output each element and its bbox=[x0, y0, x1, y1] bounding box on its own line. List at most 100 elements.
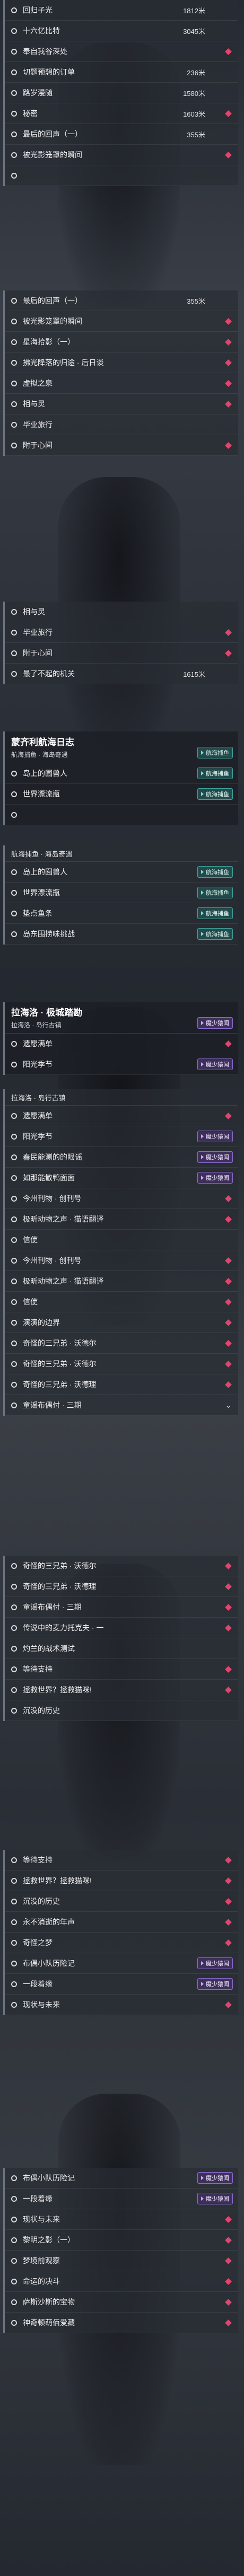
quest-row[interactable]: 拯救世界？拯救猫咪! bbox=[5, 1680, 238, 1700]
quest-name: 童谣布偶付 · 三期 bbox=[23, 1401, 82, 1409]
quest-row[interactable]: 现状与未来 bbox=[5, 2209, 238, 2230]
quest-row[interactable]: 遗愿满单 bbox=[5, 1106, 238, 1126]
quest-row[interactable] bbox=[5, 805, 238, 825]
quest-row[interactable]: 萨斯沙斯的宝物 bbox=[5, 2292, 238, 2313]
quest-row[interactable]: 神奇顿萌佰爱藏 bbox=[5, 2313, 238, 2333]
quest-row[interactable]: 被光影笼罩的瞬间 bbox=[5, 145, 238, 165]
quest-row[interactable]: 一段着缘 魔少猿闻 bbox=[5, 1974, 238, 1995]
event-tag[interactable]: 航海捕鱼 bbox=[197, 887, 233, 898]
quest-row[interactable]: 奇怪的三兄弟 · 沃德理 bbox=[5, 1374, 238, 1395]
quest-row[interactable]: 沉没的历史 bbox=[5, 1891, 238, 1912]
quest-row[interactable]: 阳光季节 魔少猿闻 bbox=[5, 1054, 238, 1075]
quest-row[interactable]: 如那能散鸭面面 魔少猿闻 bbox=[5, 1168, 238, 1188]
event-tag[interactable]: 航海捕鱼 bbox=[197, 788, 233, 800]
event-tag[interactable]: 魔少猿闻 bbox=[197, 1131, 233, 1142]
quest-row[interactable]: 毕业旅行 bbox=[5, 414, 238, 435]
quest-row[interactable]: 阳光季节 魔少猿闻 bbox=[5, 1126, 238, 1147]
quest-status-ring-icon bbox=[11, 1583, 17, 1590]
quest-row[interactable]: 童谣布偶付 · 三期 bbox=[5, 1597, 238, 1618]
quest-row[interactable]: 秘密 1603米 bbox=[5, 103, 238, 124]
event-tag[interactable]: 航海捕鱼 bbox=[197, 907, 233, 919]
quest-row[interactable]: 被光影笼罩的瞬间 bbox=[5, 311, 238, 332]
event-tag[interactable]: 魔少猿闻 bbox=[197, 2172, 233, 2184]
quest-row[interactable]: 一段着缘 魔少猿闻 bbox=[5, 2189, 238, 2209]
quest-row[interactable]: 永不消逝的年声 bbox=[5, 1912, 238, 1933]
event-tag[interactable]: 魔少猿闻 bbox=[197, 1151, 233, 1163]
quest-row[interactable]: 岛东围捞味挑战 航海捕鱼 bbox=[5, 924, 238, 945]
quest-row[interactable]: 奉自我谷深处 bbox=[5, 41, 238, 62]
quest-row[interactable]: 附于心间 bbox=[5, 643, 238, 664]
event-tag[interactable]: 航海捕鱼 bbox=[197, 767, 233, 779]
quest-row[interactable]: 极昕动物之声 · 猫语翻译 bbox=[5, 1271, 238, 1292]
quest-row[interactable]: 春民能测的的眼谣 魔少猿闻 bbox=[5, 1147, 238, 1168]
quest-row[interactable]: 传说中的麦力托克夫 · 一 bbox=[5, 1618, 238, 1638]
event-tag[interactable]: 魔少猿闻 bbox=[197, 2193, 233, 2204]
quest-name: 萨斯沙斯的宝物 bbox=[23, 2298, 75, 2306]
event-tag[interactable]: 航海捕鱼 bbox=[197, 928, 233, 940]
quest-status-ring-icon bbox=[11, 1939, 17, 1946]
event-tag[interactable]: 魔少猿闻 bbox=[197, 1957, 233, 1969]
quest-row[interactable]: 星海拾影（一） bbox=[5, 332, 238, 352]
quest-row[interactable]: 毕业旅行 bbox=[5, 622, 238, 643]
quest-row[interactable]: 布偶小队历险记 魔少猿闻 bbox=[5, 2168, 238, 2189]
tag-icon bbox=[201, 2176, 204, 2180]
quest-row[interactable]: 回归子光 1812米 bbox=[5, 0, 238, 21]
quest-row[interactable]: 布偶小队历险记 魔少猿闻 bbox=[5, 1953, 238, 1974]
quest-row[interactable]: 世界漂流瓶 航海捕鱼 bbox=[5, 784, 238, 805]
event-tag[interactable]: 魔少猿闻 bbox=[197, 1172, 233, 1184]
event-tag[interactable]: 魔少猿闻 bbox=[197, 1058, 233, 1070]
quest-row[interactable]: 垫点鱼条 航海捕鱼 bbox=[5, 903, 238, 924]
quest-row[interactable]: 路岁漫随 1580米 bbox=[5, 83, 238, 103]
quest-status-ring-icon bbox=[11, 172, 17, 179]
quest-status-ring-icon bbox=[11, 421, 17, 428]
quest-row[interactable]: 最后的回声（一） 355米 bbox=[5, 290, 238, 311]
quest-row[interactable]: 奇怪的三兄弟 · 沃德尔 bbox=[5, 1333, 238, 1354]
new-marker-diamond-icon bbox=[225, 1381, 232, 1388]
quest-row[interactable]: 童谣布偶付 · 三期 ⌄ bbox=[5, 1395, 238, 1416]
quest-row[interactable]: 极昕动物之声 · 猫语翻译 bbox=[5, 1209, 238, 1230]
quest-row[interactable]: 信使 bbox=[5, 1230, 238, 1250]
quest-row[interactable]: 虚拟之泉 bbox=[5, 373, 238, 394]
quest-row[interactable]: 岛上的囿兽人 航海捕鱼 bbox=[5, 862, 238, 883]
quest-row[interactable]: 梦境前观察 bbox=[5, 2251, 238, 2271]
quest-row[interactable]: 拯救世界？拯救猫咪! bbox=[5, 1871, 238, 1891]
chevron-down-icon[interactable]: ⌄ bbox=[225, 1400, 232, 1410]
quest-row[interactable]: 等待支持 bbox=[5, 1850, 238, 1871]
quest-row[interactable]: 世界漂流瓶 航海捕鱼 bbox=[5, 883, 238, 903]
quest-row[interactable]: 等待支持 bbox=[5, 1659, 238, 1680]
quest-row[interactable]: 相与灵 bbox=[5, 394, 238, 414]
quest-row[interactable]: 遗愿满单 bbox=[5, 1034, 238, 1054]
quest-row[interactable]: 相与灵 bbox=[5, 602, 238, 622]
quest-row[interactable]: 拂光降落的归途 · 后日谈 bbox=[5, 352, 238, 373]
quest-row[interactable]: 奇怪的三兄弟 · 沃德尔 bbox=[5, 1354, 238, 1374]
quest-row[interactable]: 现状与未来 bbox=[5, 1995, 238, 2015]
quest-row[interactable]: 最后的回声（一） 355米 bbox=[5, 124, 238, 145]
quest-row[interactable] bbox=[5, 165, 238, 186]
tag-label: 航海捕鱼 bbox=[206, 750, 229, 756]
quest-row[interactable]: 命运的决斗 bbox=[5, 2271, 238, 2292]
event-tag[interactable]: 魔少猿闻 bbox=[197, 1978, 233, 1990]
quest-row[interactable]: 附于心间 bbox=[5, 435, 238, 456]
quest-row[interactable]: 今州刊物 · 创刊号 bbox=[5, 1188, 238, 1209]
quest-row[interactable]: 切题预想的订单 236米 bbox=[5, 62, 238, 83]
new-marker-diamond-icon bbox=[225, 2216, 232, 2223]
quest-row[interactable]: 十六亿比特 3045米 bbox=[5, 21, 238, 41]
quest-row[interactable]: 岛上的囿兽人 航海捕鱼 bbox=[5, 763, 238, 784]
quest-row[interactable]: 奇怪的三兄弟 · 沃德尔 bbox=[5, 1556, 238, 1576]
quest-row[interactable]: 今州刊物 · 创刊号 bbox=[5, 1250, 238, 1271]
quest-row[interactable]: 奇怪的三兄弟 · 沃德理 bbox=[5, 1576, 238, 1597]
quest-row[interactable]: 灼兰的战术测试 bbox=[5, 1638, 238, 1659]
quest-row[interactable]: 沉没的历史 bbox=[5, 1700, 238, 1721]
new-marker-diamond-icon bbox=[225, 1624, 232, 1631]
quest-row[interactable]: 黎明之影（一） bbox=[5, 2230, 238, 2251]
event-tag[interactable]: 航海捕鱼 bbox=[197, 866, 233, 878]
event-tag[interactable]: 航海捕鱼 bbox=[197, 747, 233, 758]
quest-status-ring-icon bbox=[11, 318, 17, 324]
quest-row[interactable]: 信使 bbox=[5, 1292, 238, 1312]
quest-row[interactable]: 奇怪之梦 bbox=[5, 1933, 238, 1953]
quest-row[interactable]: 演演的边界 bbox=[5, 1312, 238, 1333]
quest-distance: 1812米 bbox=[183, 6, 205, 15]
event-tag[interactable]: 魔少猿闻 bbox=[197, 1017, 233, 1029]
quest-row[interactable]: 最了不起的机关 1615米 bbox=[5, 664, 238, 684]
quest-name: 命运的决斗 bbox=[23, 2277, 60, 2286]
